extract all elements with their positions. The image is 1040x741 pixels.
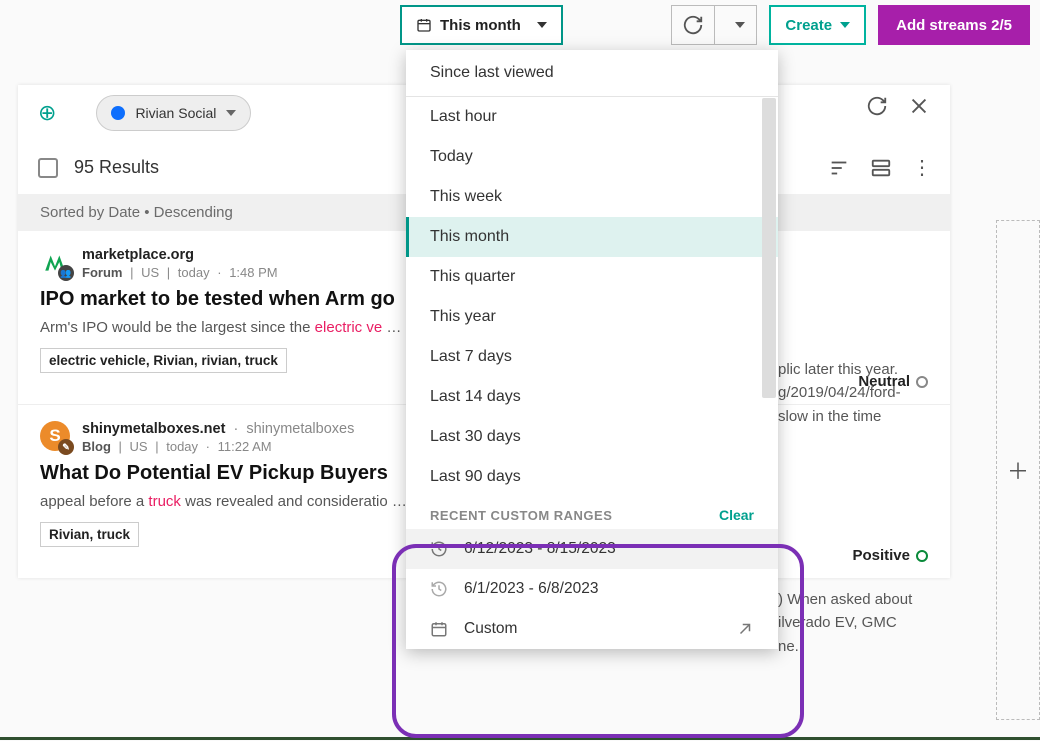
date-range-option[interactable]: This quarter <box>406 257 778 297</box>
date-range-option[interactable]: This year <box>406 297 778 337</box>
tags-box[interactable]: Rivian, truck <box>40 522 139 547</box>
date-range-dropdown: Since last viewed Last hourTodayThis wee… <box>406 50 778 649</box>
source-name: shinymetalboxes.net <box>82 421 225 437</box>
refresh-icon[interactable] <box>866 95 888 117</box>
clear-recent-link[interactable]: Clear <box>719 507 754 523</box>
article-body-fragment: ) When asked about ilverado EV, GMC ne. <box>778 588 948 658</box>
date-range-option[interactable]: Today <box>406 137 778 177</box>
source-type: Blog <box>82 439 111 454</box>
stream-chip-label: Rivian Social <box>135 105 216 121</box>
select-all-checkbox[interactable] <box>38 158 58 178</box>
chevron-down-icon <box>226 110 236 116</box>
chevron-down-icon <box>735 22 745 28</box>
source-country: US <box>130 439 148 454</box>
footer-bar <box>0 737 1040 740</box>
scrollbar[interactable] <box>762 98 776 398</box>
sentiment-dot-icon <box>916 550 928 562</box>
article-body-fragment: plic later this year. g/2019/04/24/ford-… <box>778 358 948 428</box>
source-name: marketplace.org <box>82 247 194 263</box>
stream-color-dot <box>111 106 125 120</box>
recent-ranges-header: RECENT CUSTOM RANGES Clear <box>406 497 778 529</box>
refresh-split-button <box>671 5 757 45</box>
source-time: 1:48 PM <box>229 265 277 280</box>
source-avatar: S ✎ <box>40 421 70 451</box>
source-handle: shinymetalboxes <box>246 421 354 437</box>
stream-chip[interactable]: Rivian Social <box>96 95 251 131</box>
refresh-button[interactable] <box>672 6 714 44</box>
date-range-option[interactable]: This week <box>406 177 778 217</box>
since-last-viewed-option[interactable]: Since last viewed <box>406 50 778 97</box>
date-range-option[interactable]: Last 14 days <box>406 377 778 417</box>
source-date: today <box>166 439 198 454</box>
date-range-label: This month <box>440 17 521 34</box>
sort-icon[interactable] <box>828 157 850 179</box>
source-time: 11:22 AM <box>218 439 272 454</box>
refresh-options-button[interactable] <box>714 6 756 44</box>
date-range-option[interactable]: Last 90 days <box>406 457 778 497</box>
refresh-icon <box>682 14 704 36</box>
date-range-option[interactable]: This month <box>406 217 778 257</box>
source-avatar: 👥 <box>40 247 70 277</box>
arrow-up-right-icon <box>736 620 754 638</box>
calendar-icon <box>416 17 432 33</box>
recent-range-option[interactable]: 6/12/2023 - 8/15/2023 <box>406 529 778 569</box>
custom-label: Custom <box>464 620 517 638</box>
recent-range-option[interactable]: 6/1/2023 - 6/8/2023 <box>406 569 778 609</box>
custom-range-option[interactable]: Custom <box>406 609 778 649</box>
history-icon <box>430 540 448 558</box>
source-type: Forum <box>82 265 122 280</box>
chevron-down-icon <box>537 22 547 28</box>
date-range-option[interactable]: Last 7 days <box>406 337 778 377</box>
date-range-option[interactable]: Last hour <box>406 97 778 137</box>
create-label: Create <box>785 17 832 34</box>
create-button[interactable]: Create <box>769 5 866 45</box>
history-icon <box>430 580 448 598</box>
results-count: 95 Results <box>74 157 159 178</box>
close-icon[interactable] <box>908 95 930 117</box>
add-streams-button[interactable]: Add streams 2/5 <box>878 5 1030 45</box>
add-panel-button[interactable]: ＋ <box>996 220 1040 720</box>
chevron-down-icon <box>840 22 850 28</box>
layout-icon[interactable] <box>870 157 892 179</box>
calendar-icon <box>430 620 448 638</box>
tags-box[interactable]: electric vehicle, Rivian, rivian, truck <box>40 348 287 373</box>
more-menu-icon[interactable]: ⋮ <box>912 155 930 180</box>
source-date: today <box>178 265 210 280</box>
source-badge-icon: 👥 <box>58 265 74 281</box>
add-stream-icon[interactable]: ⊕ <box>38 100 56 126</box>
date-range-option[interactable]: Last 30 days <box>406 417 778 457</box>
source-badge-icon: ✎ <box>58 439 74 455</box>
source-country: US <box>141 265 159 280</box>
date-range-button[interactable]: This month <box>400 5 563 45</box>
sentiment-label: Positive <box>852 547 928 564</box>
